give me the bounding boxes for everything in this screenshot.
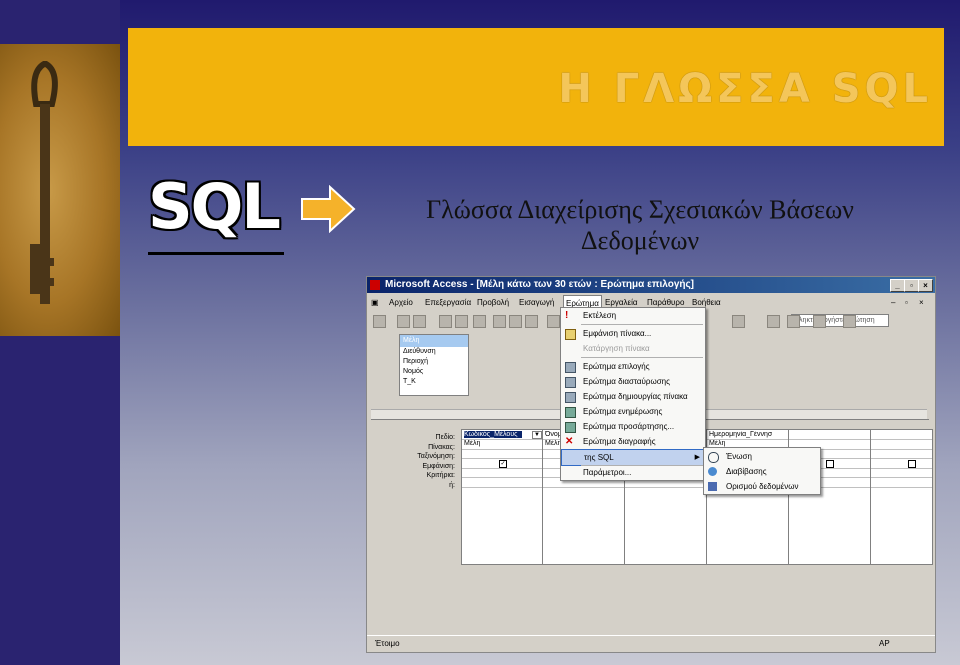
menu-item-parameters[interactable]: Παράμετροι... bbox=[561, 465, 705, 480]
status-bar: Έτοιμο ΑΡ bbox=[367, 635, 935, 652]
arrow-right-icon bbox=[301, 185, 356, 233]
subtitle-line-1: Γλώσσα Διαχείρισης Σχεσιακών Βάσεων bbox=[426, 195, 854, 224]
grid-table-cell[interactable]: Μέλη bbox=[464, 440, 480, 447]
status-indicator: ΑΡ bbox=[879, 639, 890, 648]
menu-item-append-query[interactable]: Ερώτημα προσάρτησης... bbox=[561, 419, 705, 434]
show-checkbox[interactable] bbox=[826, 460, 834, 468]
table-field[interactable]: Νομός bbox=[400, 367, 468, 377]
menu-item-sql-specific[interactable]: της SQL ▶ bbox=[561, 449, 707, 466]
menu-item-update-query[interactable]: Ερώτημα ενημέρωσης bbox=[561, 404, 705, 419]
show-table-icon bbox=[565, 329, 576, 340]
menu-item-make-table-query[interactable]: Ερώτημα δημιουργίας πίνακα bbox=[561, 389, 705, 404]
menu-item-delete-query[interactable]: ✕ Ερώτημα διαγραφής bbox=[561, 434, 705, 449]
submenu-arrow-icon: ▶ bbox=[694, 454, 700, 461]
delete-query-icon: ✕ bbox=[565, 436, 574, 447]
search-button[interactable] bbox=[413, 315, 426, 328]
select-query-icon bbox=[565, 362, 576, 373]
menu-edit[interactable]: Επεξεργασία bbox=[425, 294, 471, 311]
key-photo bbox=[0, 44, 120, 336]
paste-button[interactable] bbox=[525, 315, 538, 328]
save-button[interactable] bbox=[397, 315, 410, 328]
grid-field-cell[interactable]: Ημερομηνία_Γέννησ bbox=[709, 431, 772, 438]
pass-through-icon bbox=[708, 467, 717, 476]
show-checkbox[interactable]: ✓ bbox=[499, 460, 507, 468]
grid-row-labels: Πεδίο: Πίνακας: Ταξινόμηση: Εμφάνιση: Κρ… bbox=[377, 433, 455, 490]
union-icon bbox=[708, 452, 719, 463]
minimize-button[interactable]: _ bbox=[890, 279, 905, 292]
doc-icon: ▣ bbox=[371, 298, 379, 307]
submenu-item-pass-through[interactable]: Διαβίβασης bbox=[704, 464, 820, 479]
update-query-icon bbox=[565, 407, 576, 418]
menu-file[interactable]: Αρχείο bbox=[389, 294, 413, 311]
row-label-criteria: Κριτήρια: bbox=[426, 472, 455, 479]
view-button[interactable] bbox=[373, 315, 386, 328]
data-definition-icon bbox=[708, 482, 717, 491]
menu-item-show-table[interactable]: Εμφάνιση πίνακα... bbox=[561, 326, 705, 341]
row-label-field: Πεδίο: bbox=[435, 434, 455, 441]
menu-item-select-query[interactable]: Ερώτημα επιλογής bbox=[561, 359, 705, 374]
doc-close-button[interactable]: × bbox=[919, 294, 924, 311]
append-query-icon bbox=[565, 422, 576, 433]
sql-badge: SQL bbox=[148, 170, 281, 243]
window-title: Microsoft Access - [Μέλη κάτω των 30 ετώ… bbox=[385, 279, 695, 290]
close-button[interactable]: × bbox=[918, 279, 933, 292]
slide-subtitle: Γλώσσα Διαχείρισης Σχεσιακών Βάσεων Δεδο… bbox=[380, 194, 900, 256]
show-checkbox[interactable] bbox=[908, 460, 916, 468]
sql-underline bbox=[148, 252, 284, 255]
exclamation-icon: ! bbox=[565, 310, 569, 321]
preview-button[interactable] bbox=[455, 315, 468, 328]
menu-item-remove-table: Κατάργηση πίνακα bbox=[583, 344, 650, 353]
subtitle-line-2: Δεδομένων bbox=[580, 226, 700, 255]
grid-field-cell[interactable]: Κωδικός_Μέλους bbox=[464, 431, 522, 438]
menu-view[interactable]: Προβολή bbox=[477, 294, 509, 311]
copy-button[interactable] bbox=[509, 315, 522, 328]
row-label-sort: Ταξινόμηση: bbox=[417, 453, 455, 460]
properties-button[interactable] bbox=[732, 315, 745, 328]
row-label-show: Εμφάνιση: bbox=[422, 462, 455, 470]
cut-button[interactable] bbox=[493, 315, 506, 328]
spelling-button[interactable] bbox=[473, 315, 486, 328]
database-window-button[interactable] bbox=[787, 315, 800, 328]
grid-table-cell[interactable]: Μέλη bbox=[709, 440, 725, 447]
grid-table-cell[interactable]: Μέλη bbox=[545, 440, 561, 447]
new-object-button[interactable] bbox=[813, 315, 826, 328]
key-icon bbox=[30, 61, 58, 304]
restore-button[interactable]: ▫ bbox=[904, 279, 919, 292]
menu-item-run[interactable]: ! Εκτέλεση bbox=[561, 308, 705, 323]
slide-title: Η ΓΛΩΣΣΑ SQL bbox=[558, 66, 932, 112]
help-button[interactable] bbox=[843, 315, 856, 328]
title-band: Η ΓΛΩΣΣΑ SQL bbox=[128, 28, 944, 146]
build-button[interactable] bbox=[767, 315, 780, 328]
status-text: Έτοιμο bbox=[375, 639, 400, 648]
dropdown-arrow-icon[interactable]: ▼ bbox=[532, 431, 542, 439]
doc-restore-button[interactable]: ▫ bbox=[905, 294, 908, 311]
table-box-title: Μέλη bbox=[400, 335, 468, 347]
menu-insert[interactable]: Εισαγωγή bbox=[519, 294, 554, 311]
make-table-query-icon bbox=[565, 392, 576, 403]
menu-item-crosstab-query[interactable]: Ερώτημα διασταύρωσης bbox=[561, 374, 705, 389]
access-app-icon bbox=[370, 280, 380, 290]
table-field[interactable]: Τ_Κ bbox=[400, 377, 468, 387]
row-label-or: ή: bbox=[449, 481, 455, 489]
print-button[interactable] bbox=[439, 315, 452, 328]
table-box-members[interactable]: Μέλη Διεύθυνση Περιοχή Νομός Τ_Κ bbox=[399, 334, 469, 396]
undo-button[interactable] bbox=[547, 315, 560, 328]
table-field[interactable]: Διεύθυνση bbox=[400, 347, 468, 357]
submenu-item-union[interactable]: Ένωση bbox=[704, 449, 820, 464]
query-menu: ! Εκτέλεση Εμφάνιση πίνακα... Κατάργηση … bbox=[560, 307, 707, 481]
submenu-item-data-definition[interactable]: Ορισμού δεδομένων bbox=[704, 479, 820, 494]
row-label-table: Πίνακας: bbox=[428, 443, 455, 451]
sql-submenu: Ένωση Διαβίβασης Ορισμού δεδομένων bbox=[703, 447, 821, 495]
window-titlebar: Microsoft Access - [Μέλη κάτω των 30 ετώ… bbox=[367, 277, 935, 293]
table-field[interactable]: Περιοχή bbox=[400, 357, 468, 367]
doc-minimize-button[interactable]: – bbox=[891, 294, 895, 311]
crosstab-query-icon bbox=[565, 377, 576, 388]
